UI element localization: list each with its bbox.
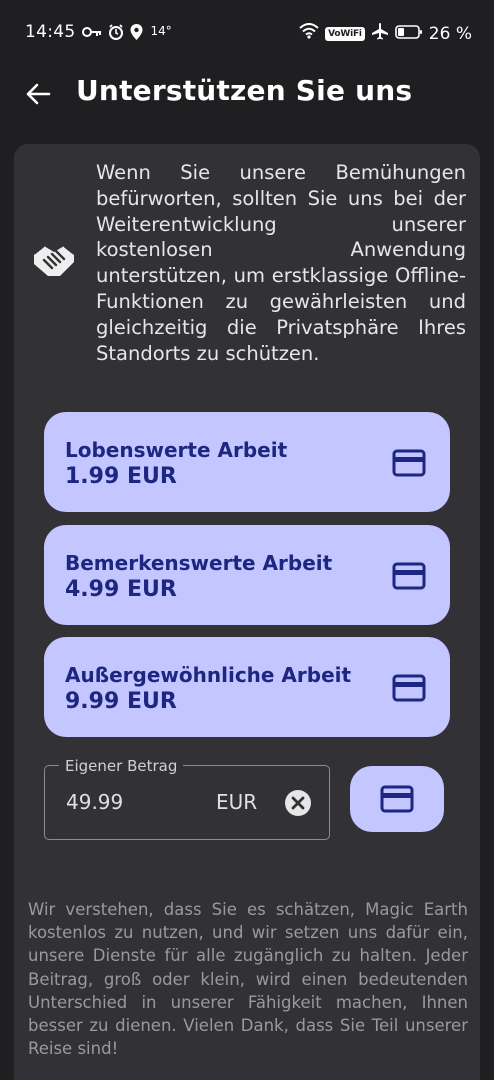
status-time: 14:45 [25, 22, 76, 42]
plan-name: Lobenswerte Arbeit [65, 438, 288, 462]
arrow-left-icon [26, 83, 51, 105]
custom-pay-button[interactable] [350, 766, 444, 832]
status-left: 14:45 14° [25, 22, 172, 42]
credit-card-icon [392, 674, 426, 702]
battery-percent: 26 % [428, 23, 472, 44]
plan-price: 1.99 EUR [65, 464, 177, 489]
clear-circle-icon [285, 790, 311, 816]
custom-amount-input[interactable]: 49.99 [66, 790, 123, 814]
handshake-icon [30, 236, 78, 284]
battery-icon [394, 24, 423, 44]
credit-card-icon [392, 562, 426, 590]
credit-card-icon [380, 785, 414, 813]
intro-text: Wenn Sie unsere Bemühungen befürworten, … [96, 161, 466, 365]
plan-price: 4.99 EUR [65, 577, 177, 602]
wifi-icon [299, 23, 319, 44]
status-temperature: 14° [150, 24, 172, 38]
key-icon [81, 26, 102, 38]
plan-name: Außergewöhnliche Arbeit [65, 663, 352, 687]
footer-text: Wir verstehen, dass Sie es schätzen, Mag… [28, 900, 468, 1059]
custom-amount-currency: EUR [216, 790, 258, 814]
plan-button-aussergewoehnliche[interactable]: Außergewöhnliche Arbeit 9.99 EUR [44, 637, 450, 737]
app-bar: Unterstützen Sie uns [0, 64, 494, 130]
plan-price: 9.99 EUR [65, 689, 177, 714]
alarm-icon [108, 24, 124, 40]
status-bar: 14:45 14° VoWiFi 26 % [0, 0, 494, 64]
credit-card-icon [392, 449, 426, 477]
page-title: Unterstützen Sie uns [76, 74, 413, 107]
clear-button[interactable] [284, 789, 312, 817]
back-button[interactable] [22, 78, 54, 110]
airplane-icon [371, 22, 389, 45]
plan-button-bemerkenswerte[interactable]: Bemerkenswerte Arbeit 4.99 EUR [44, 525, 450, 625]
location-icon [130, 24, 143, 40]
plan-name: Bemerkenswerte Arbeit [65, 551, 333, 575]
vowifi-badge: VoWiFi [325, 26, 365, 41]
plan-button-lobenswerte[interactable]: Lobenswerte Arbeit 1.99 EUR [44, 412, 450, 512]
status-right: VoWiFi 26 % [299, 22, 472, 45]
custom-amount-label: Eigener Betrag [59, 757, 184, 775]
